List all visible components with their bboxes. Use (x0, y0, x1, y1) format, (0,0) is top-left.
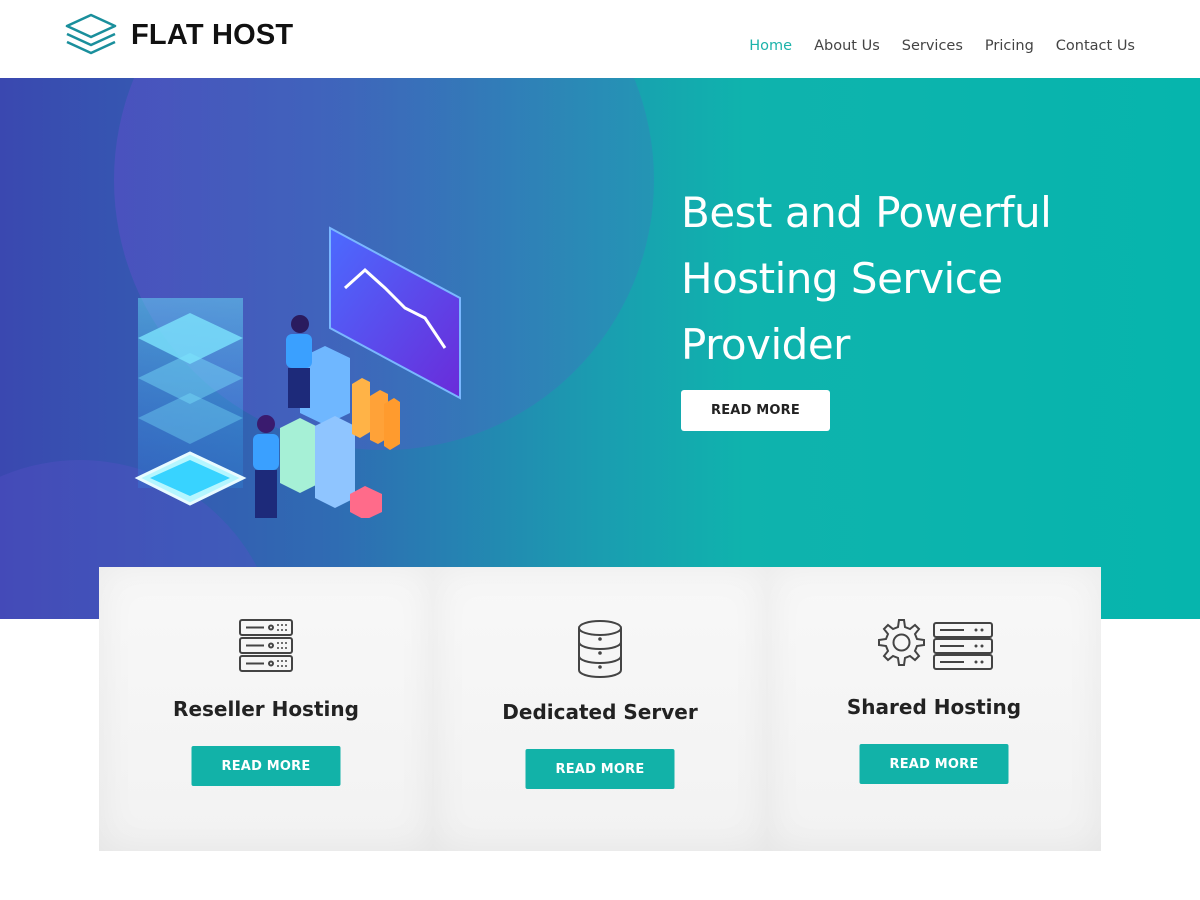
brand-name: FLAT HOST (131, 18, 294, 51)
stacked-layers-icon (65, 13, 117, 55)
nav-contact-us[interactable]: Contact Us (1056, 38, 1135, 54)
server-rack-icon (239, 619, 293, 672)
services-section: Reseller Hosting READ MORE Dedicated Ser… (99, 567, 1101, 851)
gear-server-icon (878, 619, 993, 670)
service-card-shared-hosting: Shared Hosting READ MORE (767, 567, 1101, 851)
service-title: Shared Hosting (846, 695, 1022, 719)
nav-about-us[interactable]: About Us (814, 38, 880, 54)
reseller-read-more-button[interactable]: READ MORE (191, 746, 341, 786)
isometric-hosting-illustration (134, 226, 461, 518)
brand-logo[interactable]: FLAT HOST (64, 12, 293, 58)
hero-title: Best and Powerful Hosting Service Provid… (681, 188, 1052, 369)
database-icon (578, 620, 622, 679)
service-title: Dedicated Server (502, 700, 698, 724)
site-header: FLAT HOST Home About Us Services Pricing… (0, 0, 1200, 78)
main-nav: Home About Us Services Pricing Contact U… (749, 38, 1135, 54)
nav-home[interactable]: Home (749, 38, 792, 54)
service-title: Reseller Hosting (173, 697, 359, 721)
service-card-reseller-hosting: Reseller Hosting READ MORE (99, 567, 433, 851)
service-card-dedicated-server: Dedicated Server READ MORE (433, 567, 767, 851)
hero-read-more-button[interactable]: READ MORE (681, 390, 830, 431)
shared-read-more-button[interactable]: READ MORE (859, 744, 1009, 784)
hero-banner: Best and Powerful Hosting Service Provid… (0, 78, 1200, 619)
dedicated-read-more-button[interactable]: READ MORE (525, 749, 675, 789)
nav-services[interactable]: Services (902, 38, 963, 54)
nav-pricing[interactable]: Pricing (985, 38, 1034, 54)
